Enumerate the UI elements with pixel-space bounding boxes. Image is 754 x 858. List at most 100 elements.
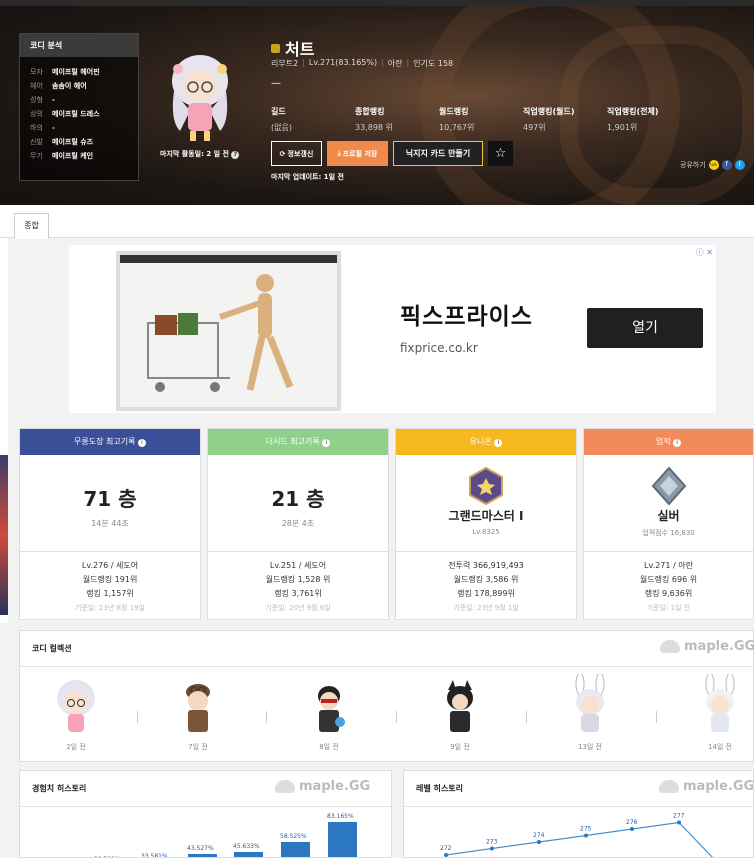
exp-bar[interactable] [328, 822, 357, 857]
stat-total-rank: 종합랭킹 33,898 위 [355, 106, 425, 133]
level-value-label: 273 [486, 839, 498, 846]
level-point[interactable] [677, 820, 681, 825]
coordi-key: 신발 [30, 138, 43, 146]
avatar-image [705, 674, 735, 732]
card-main: 실버 업적점수 16,830 [584, 455, 753, 552]
profile-header: 코디 분석 모자 메이프릴 헤어핀 헤어 솜솜이 헤어 성형 - 상의 메이프릴 드레스… [0, 6, 754, 205]
help-icon[interactable]: ? [231, 151, 240, 159]
coordi-value[interactable]: 메이프릴 케인 [52, 151, 93, 161]
exp-bar[interactable] [188, 854, 217, 857]
level: Lv.271(83.165%) [308, 58, 378, 67]
level-value-label: 276 [626, 819, 638, 826]
facebook-icon[interactable]: f [721, 160, 732, 170]
collection-item[interactable]: 7일 전 [168, 676, 228, 752]
collection-item[interactable]: 13일 전 [560, 674, 620, 752]
level-point[interactable] [584, 833, 588, 838]
collection-timestamp: 8일 전 [319, 743, 339, 751]
card-header: 무릉도장 최고기록 i [20, 429, 200, 455]
level-point[interactable] [490, 846, 494, 851]
character-name: 처트 [285, 40, 315, 59]
card-foot-line: 월드랭킹 696 위 [639, 575, 698, 584]
card-header: 더시드 최고기록 i [208, 429, 388, 455]
exp-value-label: 43.527% [187, 845, 214, 853]
tab-overview[interactable]: 종합 [14, 213, 49, 239]
level-value-label: 275 [580, 826, 592, 833]
separator [526, 711, 527, 723]
info-icon[interactable]: i [137, 439, 146, 447]
advertisement[interactable]: 픽스프라이스 fixprice.co.kr 열기 ⓘ ✕ [69, 245, 716, 413]
kakao-icon[interactable]: talk [708, 160, 719, 170]
exp-bar[interactable] [234, 852, 263, 857]
level-point[interactable] [537, 840, 541, 844]
info-icon[interactable]: i [673, 439, 682, 447]
card-header: 유니온 i [396, 429, 576, 455]
side-banner-art [0, 455, 8, 615]
server-icon [271, 43, 280, 53]
exp-history-title: 경험치 히스토리 [32, 784, 87, 793]
card-foot-line: 랭킹 9,636위 [644, 589, 693, 598]
coordi-value[interactable]: 메이프릴 드레스 [52, 109, 100, 119]
maplegg-logo-icon [275, 780, 295, 793]
collection-item[interactable]: 9일 전 [430, 676, 490, 752]
ad-url: fixprice.co.kr [400, 341, 478, 355]
favorite-star-icon[interactable]: ☆ [488, 141, 513, 166]
save-profile-button[interactable]: ⤓ 프로필 저장 [327, 141, 388, 166]
separator [266, 711, 267, 723]
card-header-label: 업적 [655, 437, 671, 446]
last-activity: 마지막 활동일: 2 일 전 ? [160, 149, 240, 159]
action-buttons: ⟳ 정보갱신 ⤓ 프로필 저장 닉지지 카드 만들기 ☆ [271, 141, 513, 166]
card-the-seed: 더시드 최고기록 i 21 층 28분 4초 Lv.251 / 세도어 월드랭킹… [207, 428, 389, 620]
card-footer: Lv.271 / 아란 월드랭킹 696 위 랭킹 9,636위 기준일: 1일… [584, 552, 753, 615]
info-icon[interactable]: i [322, 439, 331, 447]
coordi-row: 하의 - [20, 121, 138, 135]
brand-text: maple.GG [299, 779, 371, 794]
coordi-value[interactable]: 메이프릴 헤어핀 [52, 67, 100, 77]
level-point[interactable] [444, 853, 448, 857]
twitter-icon[interactable]: t [734, 160, 745, 170]
last-activity-text: 마지막 활동일: 2 일 전 [160, 150, 229, 158]
ad-image [116, 251, 341, 411]
separator [396, 711, 397, 723]
collection-item[interactable]: 14일 전 [690, 674, 750, 752]
coordi-value[interactable]: 솜솜이 헤어 [52, 81, 87, 91]
collection-item[interactable]: 2일 전 [46, 676, 106, 752]
stat-job-world-rank: 직업랭킹(월드) 497위 [523, 106, 593, 133]
collection-item[interactable]: 8일 전 [299, 676, 359, 752]
collection-timestamp: 14일 전 [707, 743, 732, 751]
tab-bar: 종합 [0, 205, 754, 239]
coordi-key: 상의 [30, 110, 43, 118]
exp-bar[interactable] [281, 842, 310, 857]
coordi-value[interactable]: 메이프릴 슈즈 [52, 137, 93, 147]
level-point[interactable] [630, 827, 634, 831]
avatar-image [575, 674, 605, 732]
card-achievement: 업적 i 실버 업적점수 16,830 Lv.271 / 아란 월드랭킹 696… [583, 428, 754, 620]
coordi-row: 무기 메이프릴 케인 [20, 149, 138, 163]
last-update: 마지막 업데이트: 1일 전 [271, 173, 344, 181]
make-card-button[interactable]: 닉지지 카드 만들기 [393, 141, 483, 166]
exp-value-label: 83.165% [327, 813, 354, 821]
card-foot-line: 랭킹 1,157위 [86, 589, 134, 598]
union-emblem-icon [469, 467, 503, 505]
avatar-image [186, 684, 210, 732]
collection-timestamp: 7일 전 [188, 743, 208, 751]
refresh-button[interactable]: ⟳ 정보갱신 [271, 141, 322, 166]
card-foot-line: Lv.251 / 세도어 [269, 561, 327, 570]
save-label: 프로필 저장 [342, 149, 378, 158]
maplegg-logo: maple.GG [660, 639, 754, 654]
stat-guild: 길드 (없음) [271, 106, 341, 133]
separator: | [406, 58, 410, 67]
collection-avatars: 2일 전 7일 전 8일 전 9일 전 13일 전 14일 전 [20, 671, 754, 761]
stat-value: 10,767위 [439, 123, 475, 132]
avatar-image [318, 686, 345, 732]
stat-value: (없음) [271, 123, 292, 132]
card-foot-line: Lv.276 / 세도어 [81, 561, 139, 570]
download-icon: ⤓ [337, 149, 341, 157]
refresh-icon: ⟳ [279, 149, 286, 158]
ad-choices-icon[interactable]: ⓘ ✕ [696, 247, 713, 258]
level-history-chart: 272 273 274 275 276 277 [440, 813, 713, 857]
info-icon[interactable]: i [494, 439, 503, 447]
stat-job-all-rank: 직업랭킹(전체) 1,901위 [607, 106, 687, 133]
ad-open-button[interactable]: 열기 [587, 308, 703, 348]
card-foot-line: 월드랭킹 1,528 위 [265, 575, 331, 584]
coordi-key: 성형 [30, 96, 43, 104]
